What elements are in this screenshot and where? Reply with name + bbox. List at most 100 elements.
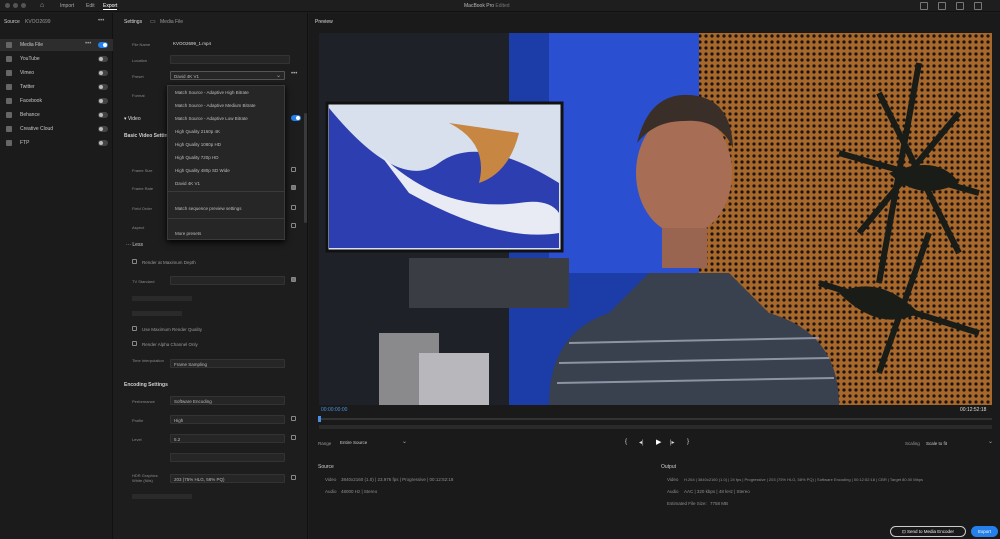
hdr-checkbox[interactable] [291,475,296,480]
progress-icon[interactable] [956,2,964,10]
profile-label: Profile [132,418,144,423]
max-quality-checkbox[interactable] [132,326,137,331]
menu-item[interactable]: Match sequence preview settings [175,206,242,211]
hdr-select[interactable]: 203 (75% HLG, 58% PQ) [170,474,285,483]
export-color-space-select[interactable] [170,453,285,462]
file-name-input[interactable]: KVOO2699_1.mp4 [170,39,290,48]
send-button-label: Send to Media Encoder [907,529,955,534]
destination-vimeo[interactable]: Vimeo [0,67,113,79]
mark-out-icon[interactable]: } [687,439,689,445]
tab-edit[interactable]: Edit [86,3,95,9]
time-interp-select[interactable]: Frame Sampling [170,359,285,368]
less-toggle[interactable]: ··· Less [126,242,143,248]
facebook-icon [6,98,12,104]
tv-standard-select[interactable] [170,276,285,285]
destination-toggle[interactable] [98,140,108,146]
step-forward-icon[interactable]: |▸ [670,439,675,446]
range-label: Range [318,441,332,446]
time-interp-label: Time Interpolation [132,358,164,363]
destination-toggle[interactable] [98,84,108,90]
close-window-dot[interactable] [5,3,10,8]
performance-select[interactable]: Software Encoding [170,396,285,405]
zoom-window-dot[interactable] [21,3,26,8]
preset-more-icon[interactable]: ••• [291,71,297,77]
video-export-toggle[interactable] [291,115,301,121]
destination-toggle[interactable] [98,42,108,48]
destinations-panel: Source KVOO2699 ••• Media File ••• YouTube… [0,13,113,539]
chevron-down-icon: ⌄ [276,73,282,79]
destination-behance[interactable]: Behance [0,109,113,121]
destination-label: Creative Cloud [20,126,54,132]
destination-toggle[interactable] [98,56,108,62]
menu-item[interactable]: Match Source - Adaptive Low Bitrate [175,116,248,121]
destination-facebook[interactable]: Facebook [0,95,113,107]
render-max-depth-checkbox[interactable] [132,259,137,264]
destination-twitter[interactable]: Twitter [0,81,113,93]
file-name-label: File Name [132,42,151,47]
destination-youtube[interactable]: YouTube [0,53,113,65]
document-status: Edited [495,3,510,9]
tv-standard-checkbox[interactable] [291,277,296,282]
destination-label: Twitter [20,84,35,90]
profile-checkbox[interactable] [291,416,296,421]
workspace-icon[interactable] [938,2,946,10]
playhead[interactable] [318,416,321,422]
destination-label: FTP [20,140,30,146]
location-input[interactable] [170,55,290,64]
mark-in-icon[interactable]: { [625,439,627,445]
menu-item[interactable]: High Quality 720p HD [175,155,219,160]
frame-size-checkbox[interactable] [291,167,296,172]
menu-divider [168,191,284,192]
settings-scrollbar[interactable] [304,113,307,223]
preset-select[interactable]: David 4K V1 [170,71,285,80]
field-order-checkbox[interactable] [291,205,296,210]
menu-item[interactable]: Match Source - Adaptive Medium Bitrate [175,103,256,108]
level-checkbox[interactable] [291,435,296,440]
more-options-icon[interactable]: ••• [98,18,104,24]
menu-item[interactable]: High Quality 1080p HD [175,142,221,147]
menu-item[interactable]: High Quality 2160p 4K [175,129,220,134]
step-back-icon[interactable]: ◂| [639,439,644,446]
tab-import[interactable]: Import [60,3,74,9]
frame-size-label: Frame Size [132,168,153,173]
aspect-checkbox[interactable] [291,223,296,228]
home-icon[interactable]: ⌂ [40,2,44,9]
export-button[interactable]: Export [971,526,998,537]
destination-toggle[interactable] [98,70,108,76]
youtube-icon [6,56,12,62]
tab-export[interactable]: Export [103,3,118,10]
destination-toggle[interactable] [98,126,108,132]
range-bar[interactable] [319,425,992,429]
render-max-depth-label: Render at Maximum Depth [142,260,196,265]
chevron-down-icon: ⌄ [402,439,408,445]
profile-select[interactable]: High [170,415,285,424]
destination-toggle[interactable] [98,112,108,118]
creative-cloud-icon [6,126,12,132]
preset-dropdown-menu: Match Source - Adaptive High Bitrate Mat… [167,85,285,240]
menu-item[interactable]: High Quality 480p SD Wide [175,168,230,173]
destination-toggle[interactable] [98,98,108,104]
quick-export-icon[interactable] [920,2,928,10]
timeline-track[interactable] [319,418,992,420]
destination-more-icon[interactable]: ••• [85,41,91,47]
minimize-window-dot[interactable] [13,3,18,8]
send-to-media-encoder-button[interactable]: ⊡ Send to Media Encoder [890,526,966,537]
render-alpha-checkbox[interactable] [132,341,137,346]
scaling-select[interactable]: Scale to fit [926,441,947,446]
menu-item[interactable]: Match Source - Adaptive High Bitrate [175,90,249,95]
window-title: MacBook Pro Edited [464,3,510,9]
destination-media-file[interactable]: Media File ••• [0,39,113,51]
frame-rate-checkbox[interactable] [291,185,296,190]
destination-creative-cloud[interactable]: Creative Cloud [0,123,113,135]
destination-label: Vimeo [20,70,35,76]
max-quality-label: Use Maximum Render Quality [142,327,203,332]
level-select[interactable]: 5.2 [170,434,285,443]
play-icon[interactable]: ▶ [656,438,661,446]
destination-ftp[interactable]: FTP [0,137,113,149]
video-section-label: ▾ Video [124,116,141,122]
fullscreen-icon[interactable] [974,2,982,10]
more-presets-item[interactable]: More presets [175,231,201,236]
range-select[interactable]: Entire Source [338,438,410,448]
output-audio-info: AAC | 320 kbps | 48 kHz | Stereo [684,489,750,494]
menu-item[interactable]: David 4K V1 [175,181,200,186]
